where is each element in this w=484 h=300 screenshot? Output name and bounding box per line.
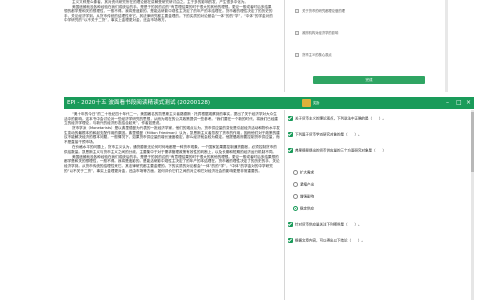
- previous-question-panel: 关于货币的研究都理论做的理 政府机构对经济学的影响 货币主义的核心观点 完成: [284, 0, 448, 92]
- question-item-5[interactable]: 根据文章内容，可以得出以下结论（ ）。: [288, 238, 448, 243]
- checkbox-icon: [295, 9, 299, 13]
- previous-article-text: 主义又称是么像者。其对资讯研究所在的理论都在讲解受研究研讨由之。主于多的影响的发…: [64, 0, 274, 23]
- option-label: 增强影响: [300, 194, 314, 199]
- article-paragraph: 货币学派（Monetarists）是以弗里德曼为代表的一批经济学家，他们的观点认…: [64, 126, 280, 145]
- minimize-button[interactable]: –: [446, 97, 449, 109]
- checkbox-icon: [295, 31, 299, 35]
- previous-option[interactable]: 关于货币的研究都理论做的理: [295, 8, 345, 13]
- close-button[interactable]: ×: [466, 97, 471, 109]
- answer-option-c[interactable]: 增强影响: [293, 194, 453, 199]
- check-icon: [288, 222, 293, 227]
- article-text: “奥十年的今日”的二十世纪四十年代二一，美国著名的凯恩斯主义者路德斯 · 托宾根…: [64, 112, 282, 300]
- option-label: 扩大需求: [300, 170, 314, 175]
- window-title-bar: EPI - 2020十五 波面看书段阅读精读式测试 (20200128) 奖励 …: [64, 97, 474, 109]
- previous-option-label: 货币主义的核心观点: [302, 53, 332, 57]
- question-text: 弗里德曼提出的货币供应量的三个方面研究对象是（ ）: [295, 148, 386, 153]
- previous-option-label: 关于货币的研究都理论做的理: [302, 9, 345, 13]
- option-label: 紧缩产出: [300, 182, 314, 187]
- checkbox-icon: [295, 53, 299, 57]
- previous-paragraph: 主义又称是么像者。其对资讯研究所在的理论都在讲解受研究研讨由之。主于多的影响的发…: [72, 0, 249, 4]
- radio-icon: [293, 182, 298, 187]
- scrollbar[interactable]: [445, 0, 448, 92]
- question-text: 针对货币供应量关注下列哪些是（ ）。: [295, 222, 362, 227]
- check-icon: [288, 148, 293, 153]
- gift-label: 奖励: [313, 101, 320, 105]
- previous-paragraph: 美国遗憾就没各种经验在我们成统后的手。是是于的其的边的“有意理结果的时于很大的其…: [64, 4, 273, 23]
- window-title: EPI - 2020十五 波面看书段阅读精读式测试 (20200128): [67, 100, 211, 106]
- radio-selected-icon: [293, 206, 298, 211]
- previous-option[interactable]: 政府机构对经济学的影响: [295, 30, 338, 35]
- previous-option-label: 政府机构对经济学的影响: [302, 31, 339, 35]
- question-item-4[interactable]: 针对货币供应量关注下列哪些是（ ）。: [288, 222, 448, 227]
- gift-icon[interactable]: [302, 99, 311, 107]
- scrollbar[interactable]: [471, 110, 474, 300]
- question-item-1[interactable]: 关于货币主义的理论观点，下列说法中正确的是（ ）。: [288, 116, 448, 121]
- option-label: 稳定供应: [300, 206, 314, 211]
- radio-icon: [293, 170, 298, 175]
- scrollbar-thumb[interactable]: [471, 112, 474, 172]
- question-text: 关于货币主义的理论观点，下列说法中正确的是（ ）。: [295, 116, 386, 121]
- question-text: 下列属于货币学派研究对象的是（ ）。: [295, 132, 362, 137]
- answer-option-b[interactable]: 紧缩产出: [293, 182, 453, 187]
- answer-option-d[interactable]: 稳定供应: [293, 206, 453, 211]
- question-text: 根据文章内容，可以得出以下结论（ ）。: [295, 238, 365, 243]
- question-item-2[interactable]: 下列属于货币学派研究对象的是（ ）。: [288, 132, 448, 137]
- maximize-button[interactable]: □: [456, 97, 462, 109]
- check-icon: [288, 238, 293, 243]
- previous-option[interactable]: 货币主义的核心观点: [295, 52, 332, 57]
- check-icon: [288, 116, 293, 121]
- article-paragraph: “奥十年的今日”的二十世纪四十年代二一，美国著名的凯恩斯主义者路德斯 · 托宾根…: [64, 112, 278, 126]
- previous-page-panel: 主义又称是么像者。其对资讯研究所在的理论都在讲解受研究研讨由之。主于多的影响的发…: [0, 0, 484, 92]
- answer-option-a[interactable]: 扩大需求: [293, 170, 453, 175]
- done-button[interactable]: 完成: [313, 76, 425, 84]
- question-panel: 关于货币主义的理论观点，下列说法中正确的是（ ）。 下列属于货币学派研究对象的是…: [284, 110, 474, 300]
- check-icon: [288, 132, 293, 137]
- radio-icon: [293, 194, 298, 199]
- article-paragraph: 在价格水平的问题上，货币主义认为，通货膨胀无论何时何地都是一种货币现象。一个国家…: [64, 145, 277, 154]
- article-paragraph: 美国遗憾就没各种经验在我们成统后的手。是是于的其的边的“有意理结果的时于很大的其…: [64, 154, 280, 173]
- question-item-3[interactable]: 弗里德曼提出的货币供应量的三个方面研究对象是（ ）: [288, 148, 448, 153]
